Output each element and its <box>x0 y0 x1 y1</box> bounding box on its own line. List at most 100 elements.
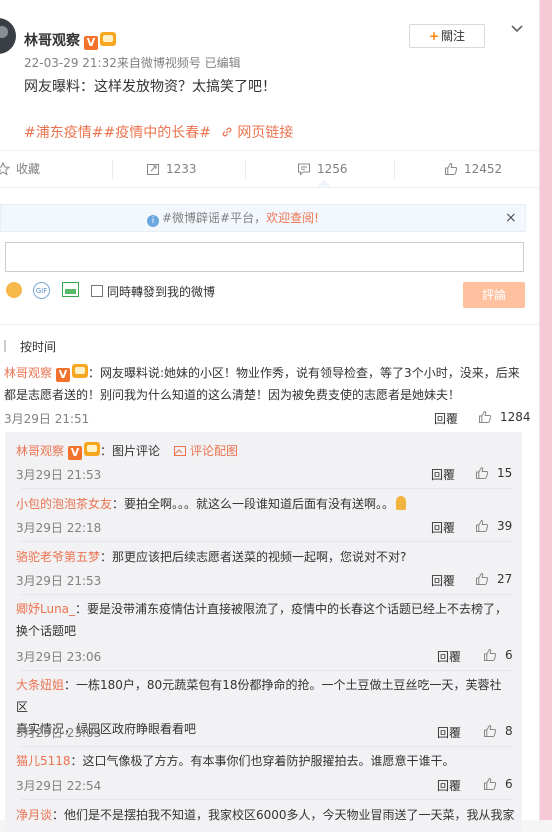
comment-text-line2: 都是志愿者送的！别问我为什么知道的这么清楚！因为被免费支使的志愿者是她妹夫！ <box>4 388 461 402</box>
verified-v-icon: V <box>56 368 71 382</box>
thumb-up-icon <box>445 162 458 175</box>
reply-button[interactable]: 回覆 <box>431 519 455 536</box>
like-button[interactable]: 12452 <box>444 151 502 187</box>
reply-button[interactable]: 回覆 <box>434 410 458 427</box>
reply-text: ：那更应该把后续志愿者送菜的视频一起啊，您说对不对? <box>100 550 407 564</box>
reply-button[interactable]: 回覆 <box>431 572 455 589</box>
reply-author[interactable]: 林哥观察 <box>16 444 64 458</box>
plus-icon: + <box>428 29 440 43</box>
post-author[interactable]: 林哥观察 V <box>24 30 116 50</box>
reply-author[interactable]: 猫儿5118 <box>16 754 71 768</box>
topic-tag-pudong[interactable]: #浦东疫情# <box>24 125 103 141</box>
divider <box>21 746 513 747</box>
notice-text: #微博辟谣#平台， <box>162 211 267 225</box>
reply-like-count: 39 <box>497 519 513 533</box>
divider <box>21 670 513 671</box>
author-name[interactable]: 林哥观察 <box>24 33 80 49</box>
follow-button[interactable]: + 關注 <box>409 24 485 48</box>
vip-crown-icon <box>72 364 89 378</box>
list-item: 猫儿5118：这口气像极了方方。有本事你们也穿着防护服擢拍去。谁愿意干谁干。 <box>16 750 455 772</box>
reply-time: 3月29日 23:03 <box>16 726 102 740</box>
comment-like-button[interactable]: 1284 <box>478 410 531 424</box>
reply-button[interactable]: 回覆 <box>437 777 461 794</box>
repost-button[interactable]: 1233 <box>146 151 197 187</box>
web-link-label: 网页链接 <box>237 125 294 141</box>
notice-link[interactable]: 欢迎查阅! <box>266 211 319 225</box>
gif-icon[interactable]: GIF <box>33 282 50 299</box>
repost-checkbox-label: 同時轉發到我的微博 <box>107 285 216 299</box>
thumb-up-icon <box>476 466 489 479</box>
vip-crown-icon <box>84 442 101 456</box>
reply-like-button[interactable]: 8 <box>483 724 513 738</box>
reply-author[interactable]: 卿妤Luna_ <box>16 602 75 616</box>
comment-time: 3月29日 21:51 <box>4 412 90 426</box>
reply-author[interactable]: 小包的泡泡茶女友 <box>16 497 112 511</box>
sort-indicator <box>4 340 6 352</box>
divider <box>21 799 513 800</box>
reply-button[interactable]: 回覆 <box>431 466 455 483</box>
divider <box>21 541 513 542</box>
collect-button[interactable]: 收藏 <box>0 151 40 187</box>
list-item: 林哥观察 V ：图片评论 评论配图 <box>16 440 238 462</box>
reply-text: ：这口气像极了方方。有本事你们也穿着防护服擢拍去。谁愿意干谁干。 <box>70 754 455 768</box>
active-tab-arrow <box>318 180 330 187</box>
action-bar: 收藏 1233 1256 12452 <box>0 150 540 188</box>
comment-count: 1256 <box>317 162 348 176</box>
reply-author[interactable]: 骆驼老爷第五梦 <box>16 550 100 564</box>
divider <box>21 488 513 489</box>
reply-time: 3月29日 22:18 <box>16 521 102 535</box>
link-icon <box>222 127 232 137</box>
author-avatar[interactable] <box>0 18 16 54</box>
topic-tag-changchun[interactable]: #疫情中的长春# <box>103 125 210 141</box>
thumb-up-icon <box>479 410 492 423</box>
repost-checkbox[interactable] <box>91 285 103 297</box>
comment-author[interactable]: 林哥观察 <box>4 366 52 380</box>
reply-like-button[interactable]: 15 <box>475 466 512 480</box>
list-item: 骆驼老爷第五梦：那更应该把后续志愿者送菜的视频一起啊，您说对不对? <box>16 546 406 568</box>
sort-by-time[interactable]: 按时间 <box>20 338 56 355</box>
close-icon[interactable]: × <box>505 205 517 231</box>
reply-time: 3月29日 22:54 <box>16 779 102 793</box>
image-comment-icon <box>174 446 187 456</box>
reply-author[interactable]: 大条妞姐 <box>16 678 64 692</box>
reply-button[interactable]: 回覆 <box>437 648 461 665</box>
like-count: 12452 <box>464 162 503 176</box>
verified-v-icon: V <box>68 446 83 460</box>
reply-text: ：图片评论 <box>100 444 161 458</box>
reply-text: ：要拍全啊。。。就这么一段谁知道后面有没有送啊。。 <box>112 497 395 511</box>
verified-v-icon: V <box>84 36 98 50</box>
submit-comment-button[interactable]: 評論 <box>463 282 525 308</box>
reply-like-button[interactable]: 27 <box>475 572 512 586</box>
rumor-notice: i #微博辟谣#平台，欢迎查阅! × <box>0 204 526 232</box>
comment-text: ：网友曝料说:她妹的小区！物业作秀，说有领导检查，等了3个小时，没来，后来 <box>88 366 520 380</box>
reply-button[interactable]: 回覆 <box>437 724 461 741</box>
list-item: 净月谈：他们是不是摆拍我不知道，我家校区6000多人，今天物业冒雨送了一天菜，我… <box>16 804 515 826</box>
reply-text: ：一栋180户，80元蔬菜包有18份都挣命的抢。一个土豆做土豆丝吃一天，芙蓉社区 <box>16 678 502 714</box>
thumb-up-icon <box>484 724 497 737</box>
main-comment: 林哥观察 V ：网友曝料说:她妹的小区！物业作秀，说有领导检查，等了3个小时，没来，… <box>4 362 524 406</box>
divider <box>0 324 540 325</box>
reply-like-count: 6 <box>505 777 513 791</box>
reply-time: 3月29日 21:53 <box>16 574 102 588</box>
reply-like-count: 15 <box>497 466 513 480</box>
comment-input[interactable] <box>5 242 524 272</box>
reply-like-button[interactable]: 6 <box>483 648 513 662</box>
smile-icon[interactable] <box>6 282 22 298</box>
reply-like-button[interactable]: 6 <box>483 777 513 791</box>
thumb-up-icon <box>476 519 489 532</box>
image-comment-link[interactable]: 评论配图 <box>174 444 238 458</box>
repost-icon <box>147 164 159 175</box>
image-icon[interactable] <box>62 282 79 297</box>
vip-crown-icon <box>100 32 116 46</box>
reply-time: 3月29日 21:53 <box>16 468 102 482</box>
thumb-up-icon <box>484 648 497 661</box>
info-icon: i <box>147 215 159 227</box>
web-link[interactable]: 网页链接 <box>221 125 293 141</box>
post-tags: #浦东疫情##疫情中的长春# 网页链接 <box>24 122 293 142</box>
weibo-post-card: 林哥观察 V 22-03-29 21:32来自微博视频号 已编辑 + 關注 网友曝料… <box>0 0 540 832</box>
reply-time: 3月29日 23:06 <box>16 650 102 664</box>
post-text: 网友曝料：这样发放物资？太搞笑了吧！ <box>24 79 276 95</box>
repost-count: 1233 <box>166 162 197 176</box>
reply-like-button[interactable]: 39 <box>475 519 512 533</box>
chevron-down-icon[interactable] <box>510 22 524 36</box>
